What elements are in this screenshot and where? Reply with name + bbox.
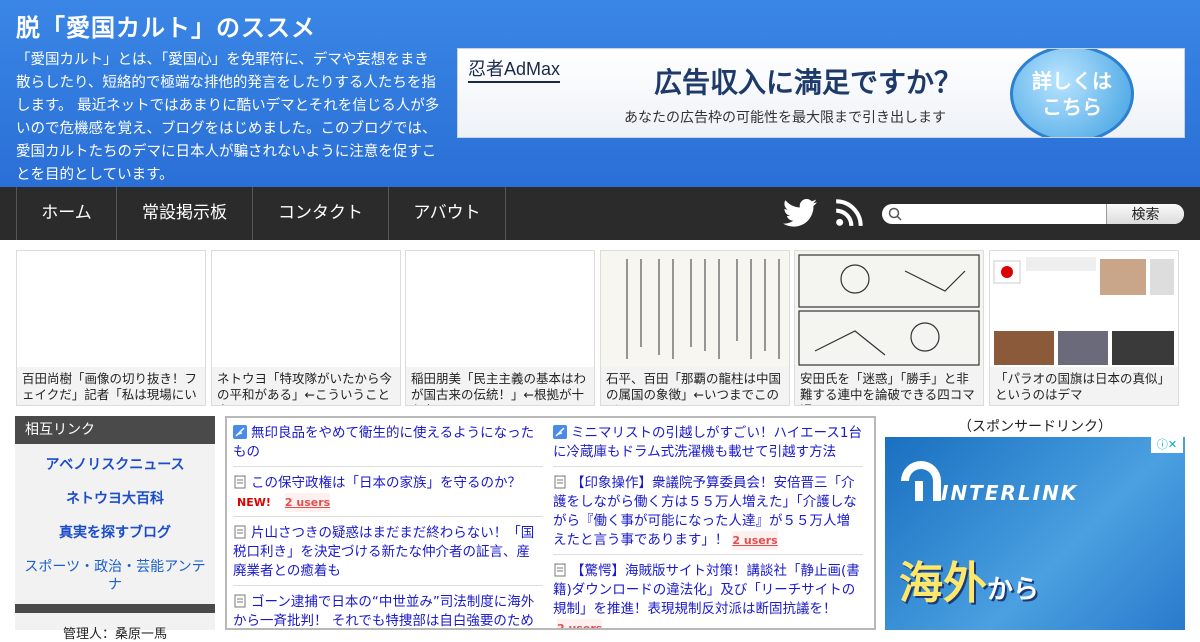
antenna-entry-title: 【印象操作】衆議院予算委員会！安倍晋三「介護をしながら働く方は５５万人増えた」「… [553, 475, 857, 548]
article-caption: 百田尚樹「画像の切り抜き！フェイクだ」記者「私は現場にいた。 [17, 367, 205, 405]
site-description: 「愛国カルト」とは、「愛国心」を免罪符に、デマや妄想をまき散らしたり、短絡的で極… [16, 52, 440, 183]
article-thumbnail [990, 251, 1178, 367]
antenna-entry-title: ミニマリストの引越しがすごい！ハイエース1台に冷蔵庫もドラム式洗濯機も載せて引越… [553, 425, 863, 460]
feather-icon [233, 425, 247, 439]
sidebar-mutual-links: 相互リンク アベノリスクニュース ネトウヨ大百科 真実を探すブログ スポーツ・政… [15, 416, 215, 642]
ad-details-button[interactable]: 詳しくは こちら [1010, 49, 1134, 137]
document-icon [234, 475, 246, 489]
antenna-entry[interactable]: 無印良品をやめて衛生的に使えるようになったもの [233, 424, 543, 467]
antenna-feed: 無印良品をやめて衛生的に使えるようになったもの この保守政権は「日本の家族」を守… [225, 416, 876, 630]
new-badge: NEW! [237, 496, 271, 509]
featured-articles: 百田尚樹「画像の切り抜き！フェイクだ」記者「私は現場にいた。 ネトウヨ「特攻隊が… [16, 250, 1180, 406]
ad-cta-line1: 詳しくは [1032, 69, 1112, 93]
sidebar-link-shinjitsu[interactable]: 真実を探すブログ [15, 516, 215, 550]
sponsor-headline-small: から [987, 575, 1040, 605]
search-button[interactable]: 検索 [1106, 204, 1184, 224]
featured-article[interactable]: ネトウヨ「特攻隊がいたから今の平和がある」←こういうこと言う [211, 250, 401, 406]
article-caption: ネトウヨ「特攻隊がいたから今の平和がある」←こういうこと言う [212, 367, 400, 405]
antenna-entry[interactable]: 【驚愕】海賊版サイト対策！講談社「静止画(書籍)ダウンロードの違法化」及び「リー… [553, 562, 863, 628]
document-icon [554, 563, 566, 577]
rss-icon[interactable] [835, 199, 863, 227]
interlink-sponsor-ad[interactable]: ⓘ✕ INTERLINK 海外から [885, 437, 1185, 630]
antenna-entry[interactable]: ミニマリストの引越しがすごい！ハイエース1台に冷蔵庫もドラム式洗濯機も載せて引越… [553, 424, 863, 467]
users-badge[interactable]: 2 users [732, 531, 778, 550]
antenna-entry[interactable]: 片山さつきの疑惑はまだまだ終わらない！「国税口利き」を決定づける新たな仲介者の証… [233, 524, 543, 586]
twitter-icon[interactable] [783, 198, 817, 228]
article-thumbnail [212, 251, 400, 367]
featured-article[interactable]: 百田尚樹「画像の切り抜き！フェイクだ」記者「私は現場にいた。 [16, 250, 206, 406]
article-thumbnail [601, 251, 789, 367]
featured-article[interactable]: 安田氏を「迷惑」「勝手」と非難する連中を論破できる四コマ漫画 [794, 250, 984, 406]
document-icon [234, 594, 246, 608]
antenna-entry[interactable]: ゴーン逮捕で日本の“中世並み”司法制度に海外から一斉批判！ それでも特捜部は自白… [233, 593, 543, 629]
sidebar-link-abenorisk[interactable]: アベノリスクニュース [15, 448, 215, 482]
antenna-entry-title: 【驚愕】海賊版サイト対策！講談社「静止画(書籍)ダウンロードの違法化」及び「リー… [553, 563, 860, 617]
sidebar-divider [15, 604, 215, 613]
users-badge[interactable]: 2 users [284, 493, 331, 512]
ad-headline: 広告収入に満足ですか？ [654, 66, 963, 99]
antenna-entry[interactable]: 【印象操作】衆議院予算委員会！安倍晋三「介護をしながら働く方は５５万人増えた」「… [553, 474, 863, 555]
nav-about[interactable]: アバウト [388, 187, 506, 240]
antenna-column-left: 無印良品をやめて衛生的に使えるようになったもの この保守政権は「日本の家族」を守… [233, 424, 543, 629]
nav-bbs[interactable]: 常設掲示板 [116, 187, 252, 240]
search-box: 検索 [882, 204, 1184, 224]
feather-icon [553, 425, 567, 439]
article-caption: 稲田朋美「民主主義の基本はわが国古来の伝統！」←根拠が十七条 [406, 367, 594, 405]
article-caption: 石平、百田「那覇の龍柱は中国の属国の象徴」←いつまでこのバカ [601, 367, 789, 405]
ad-subtext: あなたの広告枠の可能性を最大限まで引き出します [624, 110, 946, 126]
antenna-entry-title: 片山さつきの疑惑はまだまだ終わらない！「国税口利き」を決定づける新たな仲介者の証… [233, 525, 535, 579]
sidebar-heading: 相互リンク [15, 416, 215, 444]
antenna-entry-title: ゴーン逮捕で日本の“中世並み”司法制度に海外から一斉批判！ それでも特捜部は自白… [233, 594, 535, 629]
featured-article[interactable]: 稲田朋美「民主主義の基本はわが国古来の伝統！」←根拠が十七条 [405, 250, 595, 406]
antenna-entry-title: 無印良品をやめて衛生的に使えるようになったもの [233, 425, 535, 460]
search-icon [888, 207, 902, 221]
sponsor-headline: 海外から [899, 547, 1039, 611]
nav-home[interactable]: ホーム [16, 187, 116, 240]
article-caption: 「パラオの国旗は日本の真似」というのはデマ [990, 367, 1178, 405]
antenna-entry[interactable]: この保守政権は「日本の家族」を守るのか？ NEW! 2 users [233, 474, 543, 517]
sidebar-link-antenna[interactable]: スポーツ・政治・芸能アンテナ [15, 550, 215, 602]
admin-label: 管理人：桑原一馬 [62, 627, 167, 642]
users-badge[interactable]: 2 users [557, 619, 603, 628]
site-header: 脱「愛国カルト」のススメ 「愛国カルト」とは、「愛国心」を免罪符に、デマや妄想を… [0, 0, 1200, 187]
sidebar-link-netouyo[interactable]: ネトウヨ大百科 [15, 482, 215, 516]
search-input[interactable] [904, 205, 1104, 223]
article-thumbnail [17, 251, 205, 367]
article-thumbnail [795, 251, 983, 367]
site-title[interactable]: 脱「愛国カルト」のススメ [16, 8, 316, 43]
document-icon [554, 475, 566, 489]
nav-contact[interactable]: コンタクト [252, 187, 388, 240]
admax-banner-ad[interactable]: 忍者AdMax 広告収入に満足ですか？ あなたの広告枠の可能性を最大限まで引き出… [457, 48, 1185, 138]
featured-article[interactable]: 「パラオの国旗は日本の真似」というのはデマ [989, 250, 1179, 406]
antenna-column-right: ミニマリストの引越しがすごい！ハイエース1台に冷蔵庫もドラム式洗濯機も載せて引越… [553, 424, 863, 628]
article-caption: 安田氏を「迷惑」「勝手」と非難する連中を論破できる四コマ漫画 [795, 367, 983, 405]
featured-article[interactable]: 石平、百田「那覇の龍柱は中国の属国の象徴」←いつまでこのバカ [600, 250, 790, 406]
antenna-entry-title: この保守政権は「日本の家族」を守るのか？ [251, 475, 521, 491]
sponsor-headline-main: 海外 [899, 558, 987, 609]
sponsor-brand: INTERLINK [941, 481, 1079, 505]
main-navbar: ホーム 常設掲示板 コンタクト アバウト 検索 [0, 187, 1200, 240]
sponsor-label: （スポンサードリンク） [958, 419, 1112, 435]
document-icon [234, 525, 246, 539]
admax-logo: 忍者AdMax [468, 55, 561, 83]
article-thumbnail [406, 251, 594, 367]
ad-cta-line2: こちら [1042, 95, 1102, 119]
